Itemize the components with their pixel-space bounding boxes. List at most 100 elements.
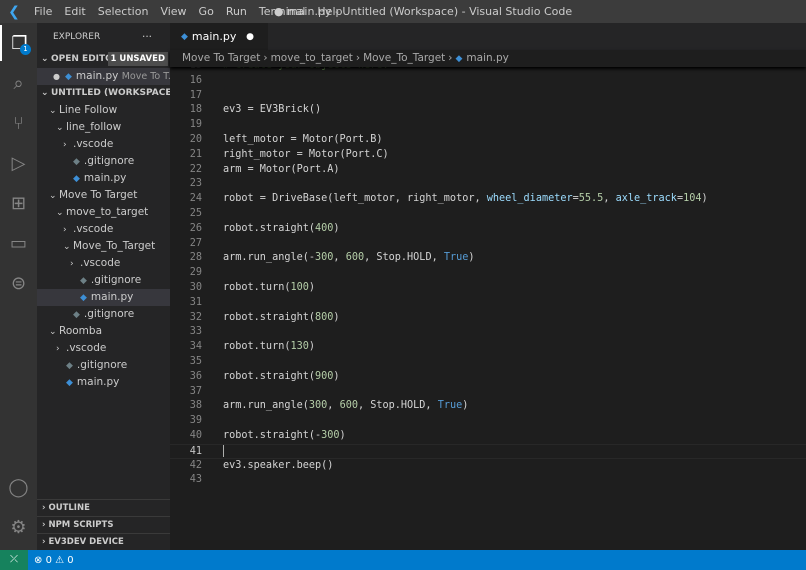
workspace-header[interactable]: ⌄ UNTITLED (WORKSPACE) <box>37 85 170 102</box>
code-line: 23 <box>170 177 806 192</box>
run-debug-icon[interactable]: ▷ <box>0 145 37 181</box>
code-token: 600 <box>345 252 365 264</box>
tree-item[interactable]: ◆ .gitignore <box>37 272 170 289</box>
tree-item[interactable]: ⌄ Move_To_Target <box>37 238 170 255</box>
explorer-icon[interactable]: ❐ 1 <box>0 25 37 61</box>
account-icon[interactable]: ◯ <box>0 469 37 505</box>
tab-main-py[interactable]: ◆ main.py ● <box>170 23 268 50</box>
line-number: 32 <box>189 311 202 323</box>
code-token: 800 <box>315 311 334 323</box>
breadcrumb-item[interactable]: move_to_target <box>271 52 353 64</box>
remote-icon[interactable]: ⤫ <box>0 550 28 570</box>
outline-section[interactable]: › OUTLINE <box>37 499 170 516</box>
breadcrumb-item[interactable]: main.py <box>466 52 508 64</box>
tree-item-label: .gitignore <box>83 308 135 320</box>
extensions-icon[interactable]: ⊞ <box>0 185 37 221</box>
code-token: 900 <box>315 370 334 382</box>
code-text: ev3.speaker.beep() <box>223 459 333 474</box>
menu-go[interactable]: Go <box>193 5 220 18</box>
tree-item[interactable]: ◆ main.py <box>37 170 170 187</box>
code-token: ) <box>339 430 346 441</box>
workspace-label: UNTITLED (WORKSPACE) <box>51 88 170 98</box>
tree-item[interactable]: ⌄ Line Follow <box>37 102 170 119</box>
line-number: 40 <box>189 430 202 441</box>
menu-edit[interactable]: Edit <box>58 5 91 18</box>
ev3dev-device-browser-section[interactable]: › EV3DEV DEVICE BROWSER <box>37 533 170 564</box>
breadcrumb: Move To Target › move_to_target › Move_To_Ta… <box>170 50 806 67</box>
chevron-right-icon: › <box>355 52 361 64</box>
tree-item-label: line_follow <box>66 121 122 133</box>
code-token: axle_track <box>615 193 677 205</box>
chevron-right-icon: › <box>263 52 268 64</box>
tree-item[interactable]: ◆ main.py <box>37 289 170 306</box>
code-token: ) <box>333 222 340 234</box>
code-editor[interactable]: 15 # Create your objects here. 16 17 18 ev3 =… <box>170 67 806 550</box>
code-text: ev3 = EV3Brick() <box>223 103 321 118</box>
tree-item[interactable]: ⌄ Roomba <box>37 323 170 340</box>
tree-item[interactable]: ◆ .gitignore <box>37 153 170 170</box>
code-token: arm.run_angle(- <box>223 252 316 264</box>
menu-terminal[interactable]: Terminal <box>253 5 312 18</box>
tree-item[interactable]: ⌄ move_to_target <box>37 204 170 221</box>
chevron-down-icon: ⌄ <box>56 208 64 218</box>
problems-status[interactable]: ⊗ 0 ⚠ 0 <box>34 555 74 566</box>
menu-selection[interactable]: Selection <box>92 5 155 18</box>
line-number: 33 <box>189 326 202 338</box>
npm-scripts-section[interactable]: › NPM SCRIPTS <box>37 516 170 533</box>
menu-help[interactable]: Help <box>311 5 348 18</box>
code-text: arm = Motor(Port.A) <box>223 163 340 178</box>
tree-item[interactable]: › .vscode <box>37 255 170 272</box>
tree-item-label: main.py <box>90 291 134 303</box>
tree-item[interactable]: › .vscode <box>37 136 170 153</box>
code-line: 24 robot = DriveBase(left_motor, right_mo… <box>170 192 806 207</box>
more-actions-icon[interactable]: ··· <box>142 29 162 46</box>
code-token: ) <box>333 311 340 323</box>
line-number: 25 <box>189 208 202 219</box>
chevron-right-icon: › <box>448 52 453 64</box>
code-token: robot.straight( <box>223 222 316 234</box>
code-line: 36 robot.straight(900) <box>170 370 806 385</box>
code-line: 38 arm.run_angle(300, 600, Stop.HOLD, Tru… <box>170 399 806 414</box>
search-icon[interactable]: ⌕ <box>0 65 37 101</box>
open-editor-main-py[interactable]: ● ◆main.py Move To T... <box>37 68 170 85</box>
code-token: 400 <box>315 222 334 234</box>
line-number: 26 <box>189 222 202 234</box>
menu-view[interactable]: View <box>154 5 192 18</box>
line-number: 30 <box>189 282 202 293</box>
tree-item[interactable]: › .vscode <box>37 340 170 357</box>
code-line: 28 arm.run_angle(-300, 600, Stop.HOLD, Tr… <box>170 251 806 266</box>
code-token: left_motor = Motor(Port.B) <box>223 134 383 145</box>
breadcrumb-item[interactable]: Move To Target <box>182 52 260 64</box>
tree-item[interactable]: ◆ .gitignore <box>37 357 170 374</box>
tree-item[interactable]: ◆ .gitignore <box>37 306 170 323</box>
menu-file[interactable]: File <box>28 5 58 18</box>
unsaved-dot-icon[interactable]: ● <box>246 32 254 42</box>
tree-item[interactable]: ⌄ Move To Target <box>37 187 170 204</box>
settings-gear-icon[interactable]: ⚙ <box>0 509 37 545</box>
gitignore-file-icon: ◆ <box>66 361 73 371</box>
code-token: # Create your objects here. <box>223 67 389 71</box>
line-number: 35 <box>189 356 202 367</box>
breadcrumb-item[interactable]: Move_To_Target <box>363 52 445 64</box>
code-text: robot.straight(900) <box>223 370 340 385</box>
explorer-sidebar: EXPLORER ··· ⌄ OPEN EDITORS 1 UNSAVED ● ◆ ma… <box>37 23 170 564</box>
warning-count: 0 <box>67 554 74 566</box>
chevron-right-icon: › <box>56 344 60 354</box>
code-line: 37 <box>170 385 806 400</box>
tree-item[interactable]: › .vscode <box>37 221 170 238</box>
python-file-icon: ◆ <box>66 378 73 388</box>
tree-item[interactable]: ⌄ line_follow <box>37 119 170 136</box>
ev3dev-icon[interactable]: ⊜ <box>0 265 37 301</box>
line-number: 28 <box>189 252 202 264</box>
source-control-icon[interactable]: ⑂ <box>0 105 37 141</box>
code-line: 43 <box>170 473 806 488</box>
remote-explorer-icon[interactable]: ▭ <box>0 225 37 261</box>
code-token: True <box>437 400 463 412</box>
open-editors-header[interactable]: ⌄ OPEN EDITORS 1 UNSAVED <box>37 51 170 68</box>
python-file-icon: ◆ <box>64 72 72 82</box>
tab-bar: ◆ main.py ● <box>170 23 806 50</box>
tree-item[interactable]: ◆ main.py <box>37 374 170 391</box>
menu-run[interactable]: Run <box>220 5 253 18</box>
code-token: arm = Motor(Port.A) <box>223 163 340 175</box>
open-editor-desc: Move To T... <box>121 71 170 82</box>
